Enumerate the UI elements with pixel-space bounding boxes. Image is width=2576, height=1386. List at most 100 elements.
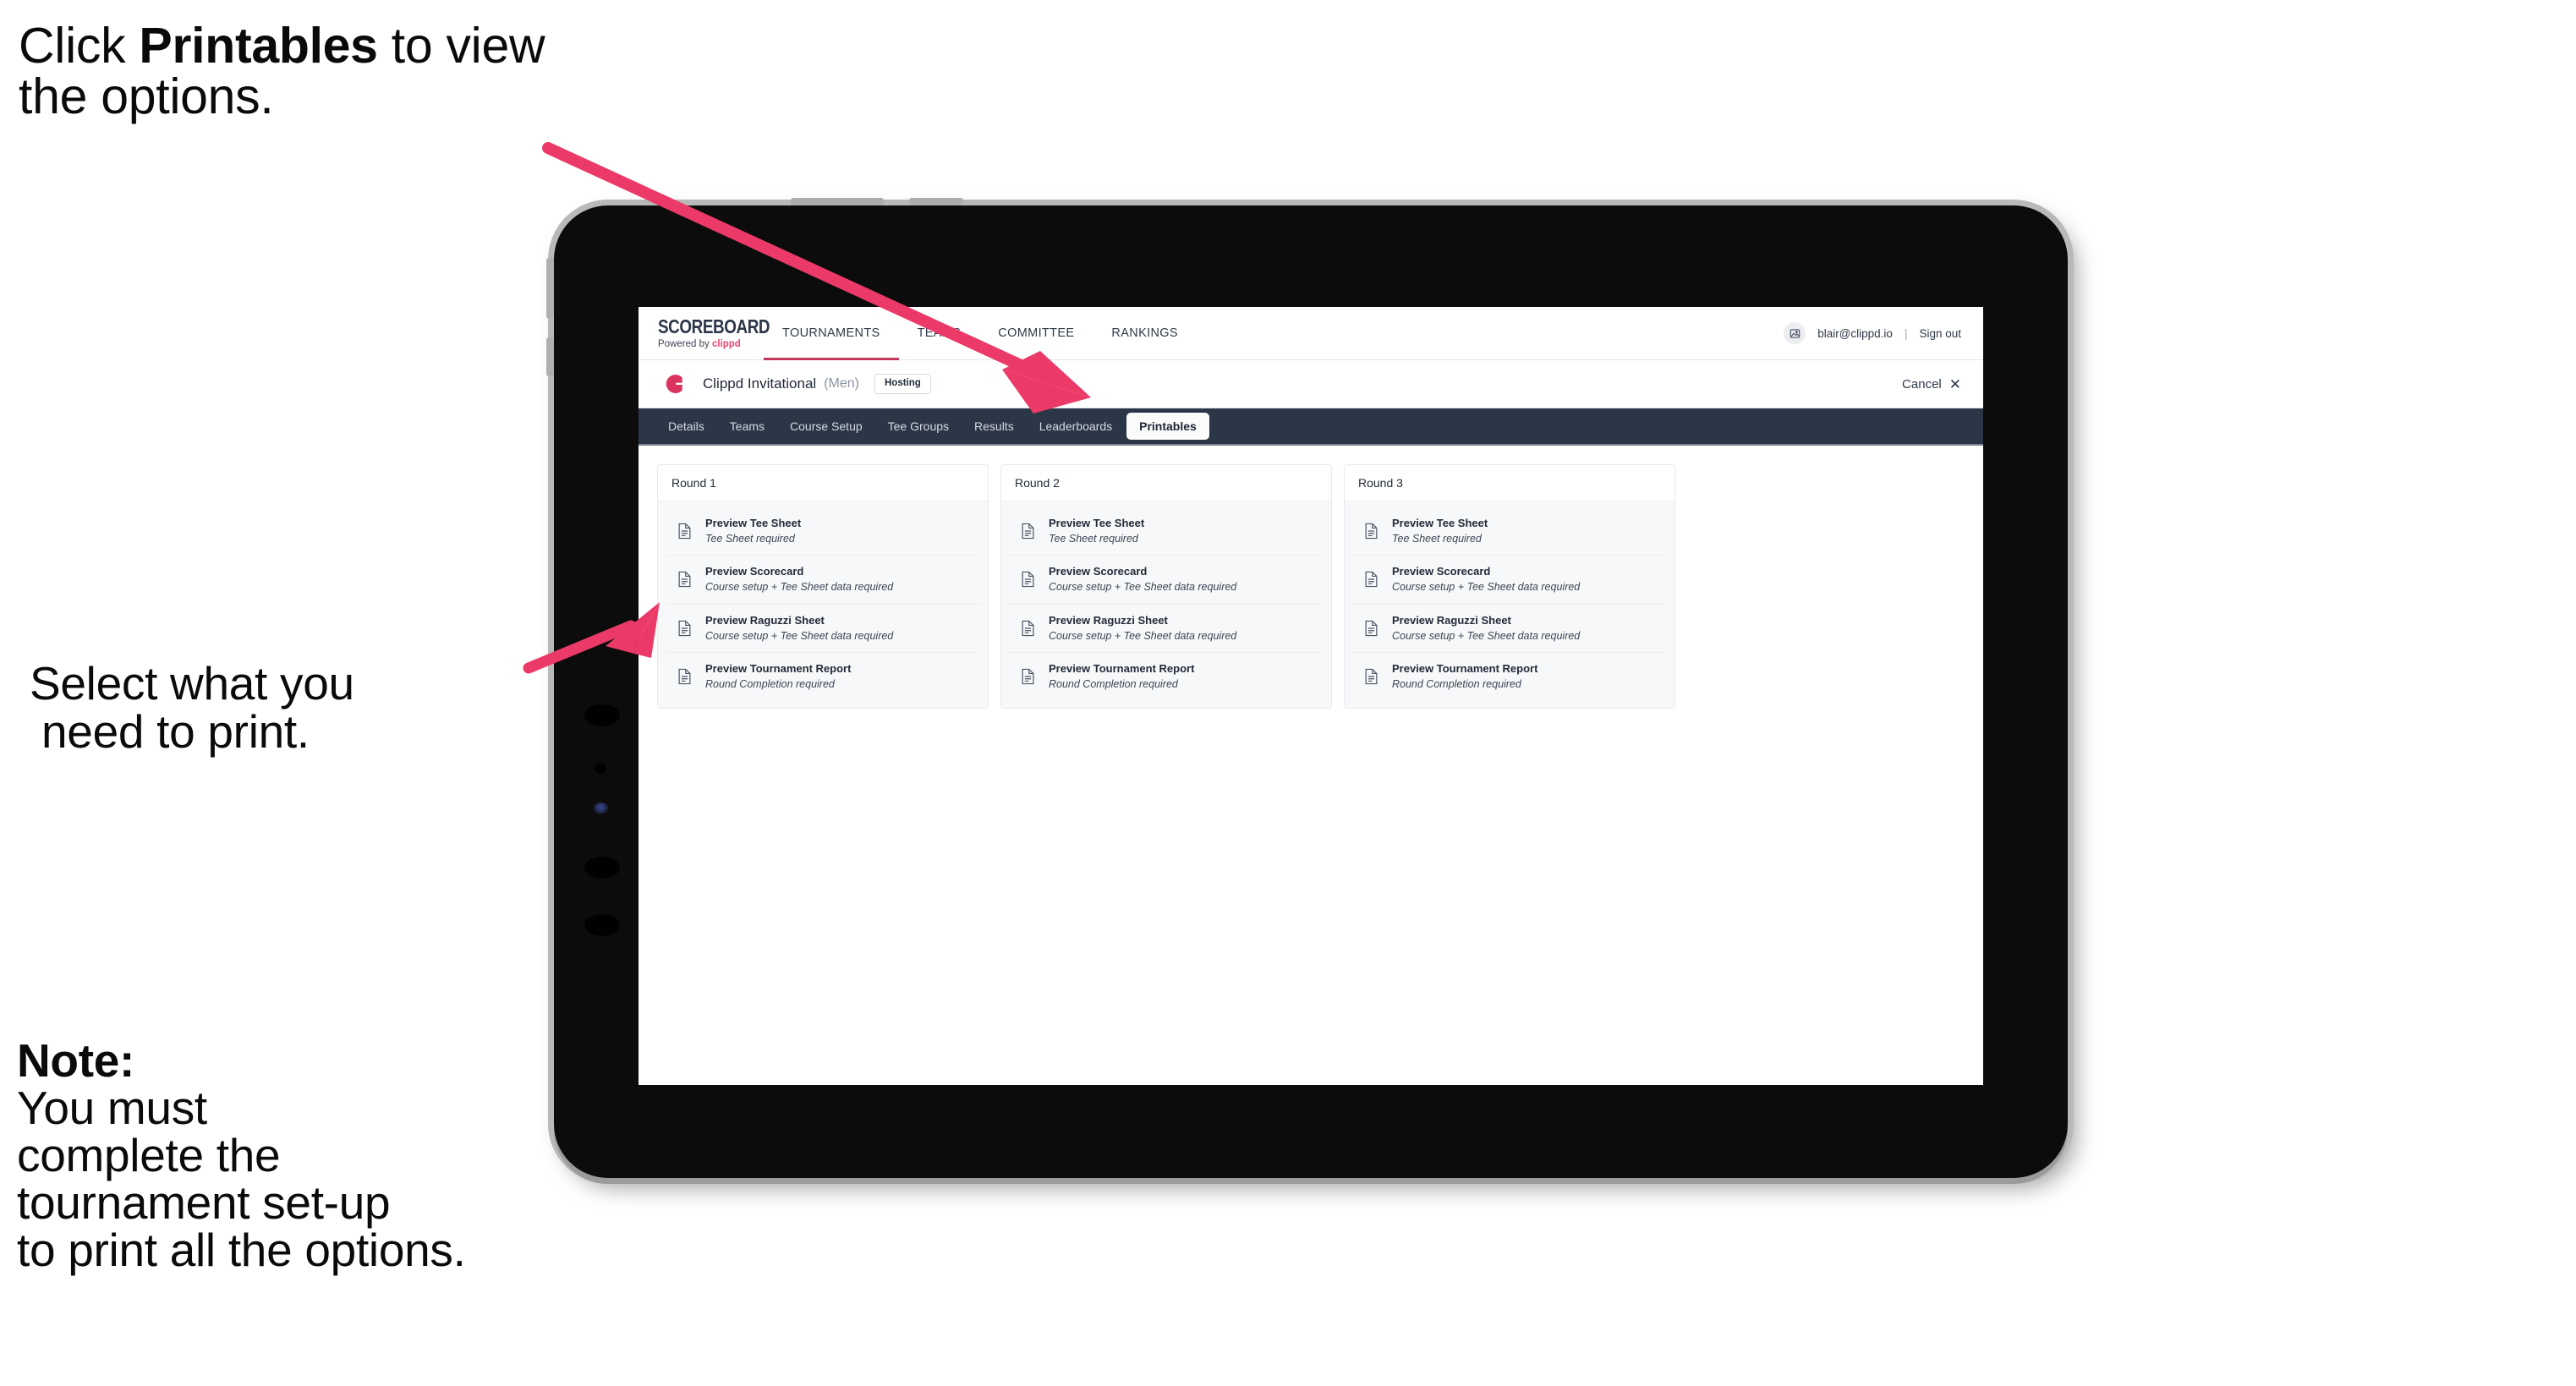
- account-separator: |: [1904, 326, 1908, 340]
- round-items: Preview Tee Sheet Tee Sheet required Pre…: [658, 501, 988, 709]
- printable-requirement: Course setup + Tee Sheet data required: [705, 629, 894, 642]
- tablet-speaker-hole-2: [584, 857, 620, 879]
- printable-text: Preview Tournament Report Round Completi…: [1392, 661, 1538, 690]
- document-icon: [1362, 666, 1380, 687]
- printable-row[interactable]: Preview Tee Sheet Tee Sheet required: [1351, 507, 1668, 556]
- printable-row[interactable]: Preview Raguzzi Sheet Course setup + Tee…: [1351, 604, 1668, 653]
- tab-leaderboards[interactable]: Leaderboards: [1028, 414, 1123, 438]
- round-column: Round 2 Preview Tee Sheet Tee Sheet requ…: [1000, 464, 1332, 709]
- printable-requirement: Course setup + Tee Sheet data required: [1049, 581, 1237, 594]
- nav-teams[interactable]: TEAMS: [899, 307, 980, 359]
- printable-row[interactable]: Preview Raguzzi Sheet Course setup + Tee…: [1008, 604, 1324, 653]
- document-icon: [675, 618, 693, 638]
- tutorial-slide: Click Printables to view the options. Se…: [0, 0, 2576, 1386]
- printable-text: Preview Raguzzi Sheet Course setup + Tee…: [705, 614, 894, 642]
- cancel-button[interactable]: Cancel ✕: [1902, 377, 1961, 392]
- tab-course-setup[interactable]: Course Setup: [779, 414, 874, 438]
- printable-requirement: Course setup + Tee Sheet data required: [1392, 629, 1581, 642]
- status-badge: Hosting: [874, 374, 931, 394]
- tablet-device: SCOREBOARD Powered by clippd TOURNAMENTS…: [546, 198, 2068, 1178]
- annotation-step2-line2: need to print.: [41, 705, 310, 759]
- app-header: SCOREBOARD Powered by clippd TOURNAMENTS…: [639, 307, 1983, 360]
- tab-printables[interactable]: Printables: [1126, 413, 1209, 440]
- round-column: Round 3 Preview Tee Sheet Tee Sheet requ…: [1344, 464, 1675, 709]
- tablet-top-button-1: [791, 198, 884, 205]
- tab-results[interactable]: Results: [963, 414, 1025, 438]
- round-title: Round 1: [658, 465, 988, 501]
- round-title: Round 3: [1345, 465, 1674, 501]
- printable-title: Preview Scorecard: [1049, 565, 1148, 578]
- printable-text: Preview Tee Sheet Tee Sheet required: [705, 517, 801, 545]
- printable-row[interactable]: Preview Scorecard Course setup + Tee She…: [1351, 556, 1668, 605]
- document-icon: [1018, 521, 1037, 541]
- printable-requirement: Tee Sheet required: [1049, 532, 1138, 545]
- printable-title: Preview Tee Sheet: [1392, 517, 1488, 529]
- nav-rankings[interactable]: RANKINGS: [1093, 307, 1197, 359]
- document-icon: [1018, 618, 1037, 638]
- printable-row[interactable]: Preview Tee Sheet Tee Sheet required: [1008, 507, 1324, 556]
- tab-tee-groups[interactable]: Tee Groups: [877, 414, 960, 438]
- printable-text: Preview Tee Sheet Tee Sheet required: [1049, 517, 1144, 545]
- printable-row[interactable]: Preview Tournament Report Round Completi…: [665, 652, 981, 701]
- printable-title: Preview Scorecard: [705, 565, 804, 578]
- printable-row[interactable]: Preview Tournament Report Round Completi…: [1008, 652, 1324, 701]
- tab-teams[interactable]: Teams: [719, 414, 776, 438]
- tablet-speaker-hole-1: [584, 704, 620, 726]
- tablet-speaker-hole-3: [584, 914, 620, 936]
- printable-title: Preview Scorecard: [1392, 565, 1491, 578]
- printable-requirement: Tee Sheet required: [1392, 532, 1482, 545]
- note-bold-label: Note:: [17, 1034, 135, 1087]
- note-line-3: tournament set-up: [17, 1176, 391, 1230]
- printable-row[interactable]: Preview Raguzzi Sheet Course setup + Tee…: [665, 604, 981, 653]
- document-icon: [1362, 521, 1380, 541]
- nav-tournaments[interactable]: TOURNAMENTS: [764, 307, 899, 360]
- tablet-volume-down-button: [546, 337, 554, 376]
- printable-requirement: Tee Sheet required: [705, 532, 795, 545]
- printable-title: Preview Raguzzi Sheet: [1392, 613, 1511, 627]
- clippd-c-logo-icon: [660, 370, 689, 398]
- printable-requirement: Round Completion required: [705, 677, 835, 690]
- tablet-sensor-dot: [595, 764, 606, 774]
- printable-title: Preview Tournament Report: [1392, 661, 1538, 675]
- document-icon: [1362, 618, 1380, 638]
- printable-title: Preview Tournament Report: [1049, 661, 1195, 675]
- close-x-icon: ✕: [1948, 375, 1961, 392]
- printable-requirement: Round Completion required: [1049, 677, 1178, 690]
- round-items: Preview Tee Sheet Tee Sheet required Pre…: [1345, 501, 1674, 709]
- tablet-volume-up-button: [546, 258, 554, 319]
- printable-text: Preview Scorecard Course setup + Tee She…: [705, 565, 894, 594]
- annotation-step1-pre: Click: [19, 18, 140, 74]
- nav-committee[interactable]: COMMITTEE: [979, 307, 1093, 359]
- printable-row[interactable]: Preview Tournament Report Round Completi…: [1351, 652, 1668, 701]
- main-navigation: TOURNAMENTS TEAMS COMMITTEE RANKINGS: [764, 307, 1197, 360]
- tab-details[interactable]: Details: [657, 414, 715, 438]
- brand-powered-by: Powered by: [658, 338, 712, 349]
- document-icon: [1018, 666, 1037, 687]
- app-screen: SCOREBOARD Powered by clippd TOURNAMENTS…: [639, 307, 1983, 1085]
- annotation-step1-bold: Printables: [139, 18, 378, 74]
- printable-row[interactable]: Preview Tee Sheet Tee Sheet required: [665, 507, 981, 556]
- section-tabs: Details Teams Course Setup Tee Groups Re…: [639, 408, 1983, 446]
- round-column: Round 1 Preview Tee Sheet Tee Sheet requ…: [657, 464, 989, 709]
- brand-tagline: Powered by clippd: [658, 338, 764, 350]
- printable-requirement: Course setup + Tee Sheet data required: [705, 581, 894, 594]
- round-items: Preview Tee Sheet Tee Sheet required Pre…: [1001, 501, 1331, 709]
- account-area: blair@clippd.io | Sign out: [1784, 307, 1983, 359]
- printable-requirement: Course setup + Tee Sheet data required: [1049, 629, 1237, 642]
- document-icon: [675, 569, 693, 589]
- document-icon: [1362, 569, 1380, 589]
- printable-row[interactable]: Preview Scorecard Course setup + Tee She…: [665, 556, 981, 605]
- printable-requirement: Course setup + Tee Sheet data required: [1392, 581, 1581, 594]
- printable-text: Preview Scorecard Course setup + Tee She…: [1049, 565, 1237, 594]
- printable-text: Preview Tee Sheet Tee Sheet required: [1392, 517, 1488, 545]
- tablet-camera-icon: [594, 803, 608, 814]
- account-email: blair@clippd.io: [1817, 326, 1893, 340]
- printable-row[interactable]: Preview Scorecard Course setup + Tee She…: [1008, 556, 1324, 605]
- cancel-label: Cancel: [1902, 376, 1942, 392]
- sign-out-link[interactable]: Sign out: [1919, 327, 1961, 340]
- document-icon: [675, 666, 693, 687]
- tournament-bar: Clippd Invitational (Men) Hosting Cancel…: [639, 360, 1983, 408]
- printable-text: Preview Tournament Report Round Completi…: [1049, 661, 1195, 690]
- user-avatar-icon[interactable]: [1784, 322, 1806, 344]
- brand-wordmark: SCOREBOARD: [658, 315, 770, 337]
